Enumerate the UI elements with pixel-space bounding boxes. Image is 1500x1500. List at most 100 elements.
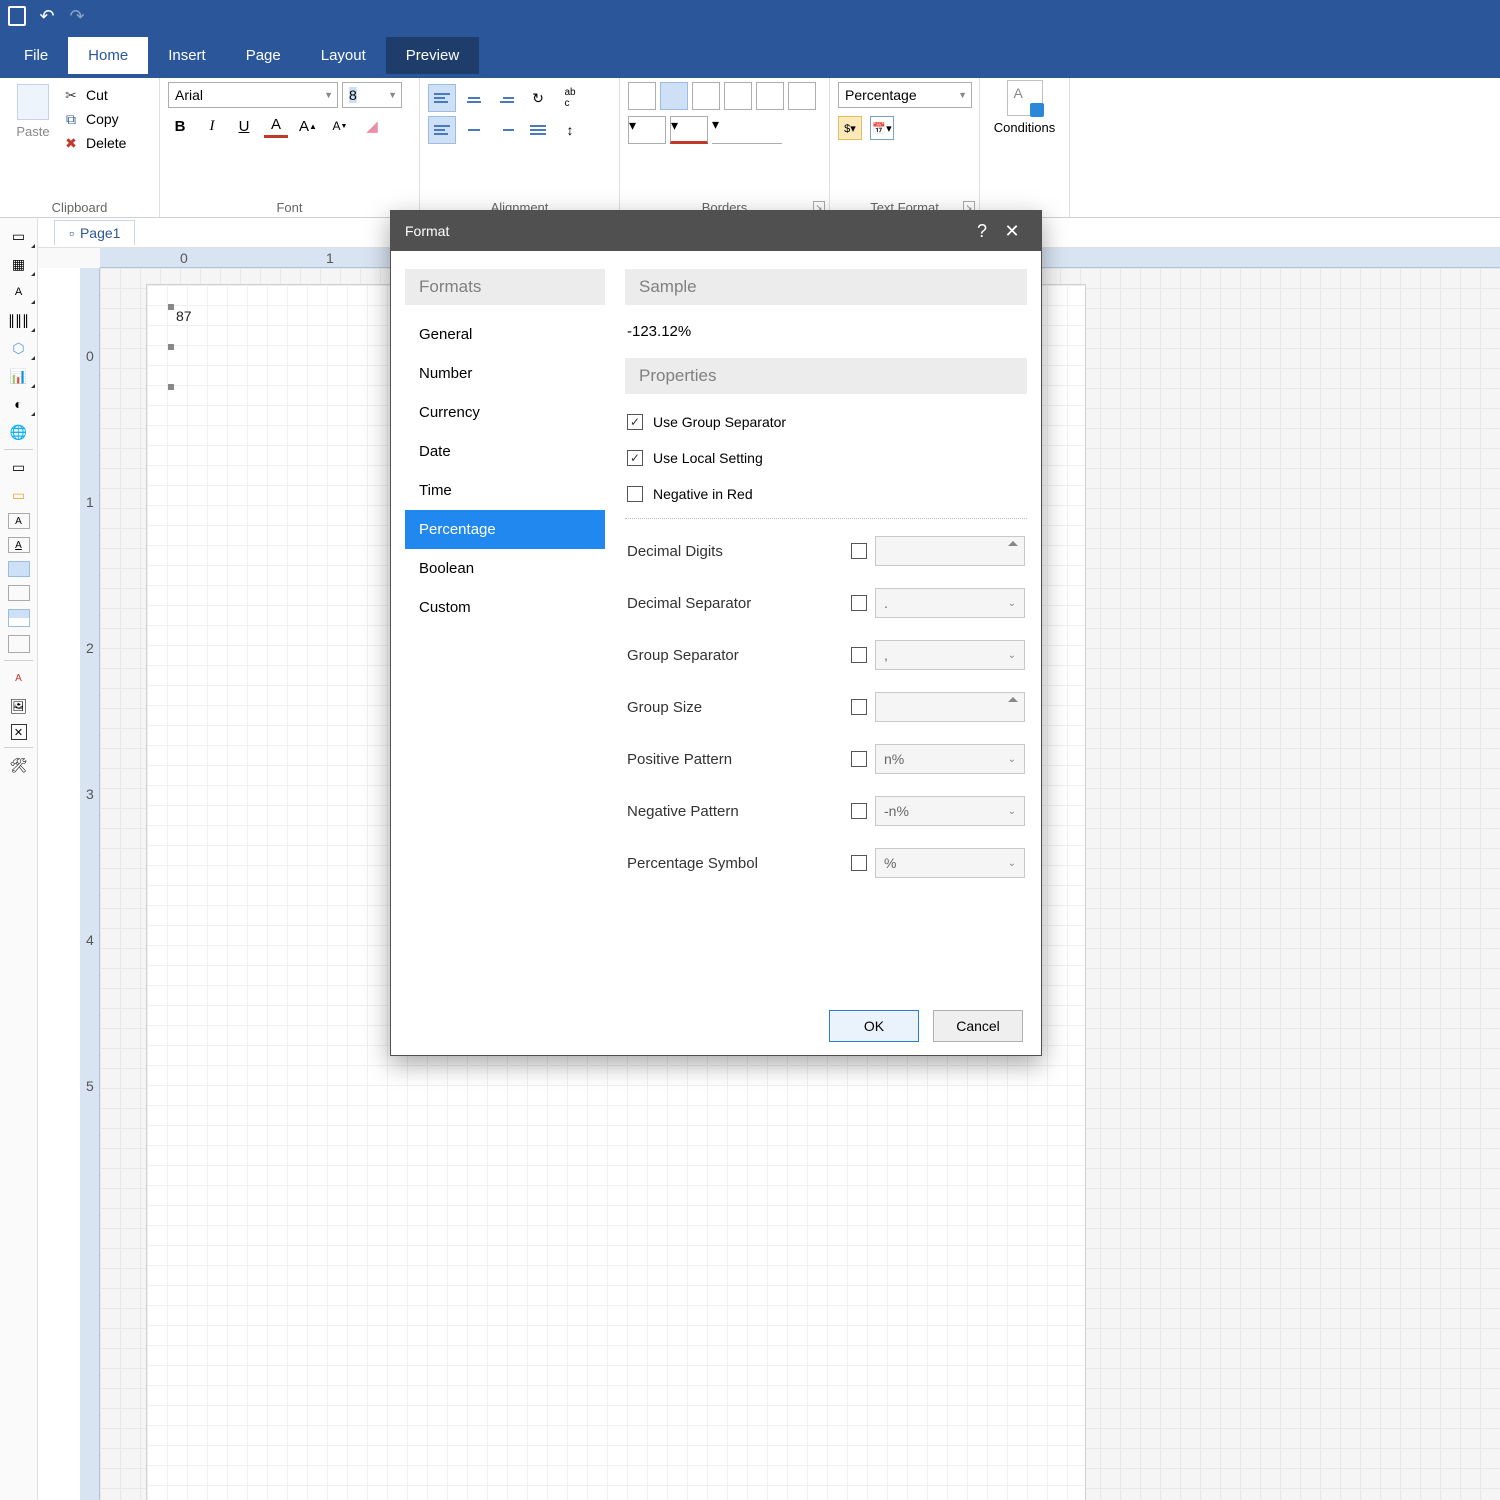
italic-button[interactable]: I — [200, 114, 224, 138]
tool-map-icon[interactable]: 🌐 — [0, 418, 37, 446]
help-button[interactable]: ? — [967, 221, 997, 242]
tool-textbox-icon[interactable]: A — [8, 513, 30, 529]
tool-chart-icon[interactable]: 📊 — [0, 362, 37, 390]
format-item-general[interactable]: General — [405, 315, 605, 354]
align-middle-center-button[interactable] — [460, 116, 488, 144]
tool-close-icon[interactable]: ✕ — [11, 724, 27, 740]
rotate-button[interactable]: ↻ — [524, 84, 552, 112]
redo-icon[interactable] — [68, 7, 86, 25]
cut-button[interactable]: ✂Cut — [62, 86, 126, 104]
selection-handle-ml[interactable] — [168, 344, 174, 350]
cell-value[interactable]: 87 — [176, 308, 216, 330]
currency-format-button[interactable]: $▾ — [838, 116, 862, 140]
decimal-digits-override-checkbox[interactable] — [851, 543, 867, 559]
tab-insert[interactable]: Insert — [148, 37, 226, 74]
align-top-center-button[interactable] — [460, 84, 488, 112]
positive-pattern-combo[interactable]: n%⌄ — [875, 744, 1025, 774]
positive-pattern-override-checkbox[interactable] — [851, 751, 867, 767]
tool-settings-icon[interactable]: 🛠 — [0, 751, 37, 779]
paste-button[interactable]: Paste — [8, 82, 58, 192]
format-item-custom[interactable]: Custom — [405, 588, 605, 627]
tool-label-icon[interactable]: A — [0, 664, 37, 692]
border-bottom-button[interactable] — [788, 82, 816, 110]
align-top-right-button[interactable] — [492, 84, 520, 112]
line-spacing-button[interactable]: ↕ — [556, 116, 584, 144]
selection-handle-tl[interactable] — [168, 304, 174, 310]
negative-in-red-checkbox[interactable]: Negative in Red — [625, 476, 1027, 512]
close-button[interactable]: ✕ — [997, 221, 1027, 242]
cut-label: Cut — [86, 87, 108, 103]
group-separator-combo[interactable]: ,⌄ — [875, 640, 1025, 670]
align-top-left-button[interactable] — [428, 84, 456, 112]
negative-pattern-combo[interactable]: -n%⌄ — [875, 796, 1025, 826]
tool-crosstab-icon[interactable]: ▦ — [0, 250, 37, 278]
tool-band-icon[interactable]: ▭ — [0, 222, 37, 250]
selection-handle-bl[interactable] — [168, 384, 174, 390]
tool-footer-icon[interactable]: ▭ — [0, 481, 37, 509]
use-local-setting-checkbox[interactable]: ✓Use Local Setting — [625, 440, 1027, 476]
undo-icon[interactable] — [38, 7, 56, 25]
save-icon[interactable] — [8, 7, 26, 25]
tool-shape-icon[interactable]: ⬡ — [0, 334, 37, 362]
decimal-separator-override-checkbox[interactable] — [851, 595, 867, 611]
percentage-symbol-combo[interactable]: %⌄ — [875, 848, 1025, 878]
decimal-digits-input[interactable] — [875, 536, 1025, 566]
bold-button[interactable]: B — [168, 114, 192, 138]
text-direction-button[interactable]: abc — [556, 84, 584, 112]
ok-button[interactable]: OK — [829, 1010, 919, 1042]
font-grow-button[interactable]: A▲ — [296, 114, 320, 138]
tool-listbox-icon[interactable] — [8, 635, 30, 653]
align-middle-left-button[interactable] — [428, 116, 456, 144]
date-format-button[interactable]: 📅▾ — [870, 116, 894, 140]
tool-image-icon[interactable]: 🖼 — [0, 692, 37, 720]
tool-container-icon[interactable] — [8, 585, 30, 601]
negative-pattern-override-checkbox[interactable] — [851, 803, 867, 819]
tool-richtext-icon[interactable]: A — [8, 537, 30, 553]
tab-file[interactable]: File — [4, 37, 68, 74]
use-group-separator-checkbox[interactable]: ✓Use Group Separator — [625, 404, 1027, 440]
copy-button[interactable]: ⧉Copy — [62, 110, 126, 128]
conditions-icon[interactable]: A — [1007, 80, 1043, 116]
tab-preview[interactable]: Preview — [386, 37, 479, 74]
border-left-button[interactable] — [692, 82, 720, 110]
border-style-button[interactable]: ▾ — [712, 116, 782, 144]
align-middle-right-button[interactable] — [492, 116, 520, 144]
format-item-currency[interactable]: Currency — [405, 393, 605, 432]
border-all-button[interactable] — [628, 82, 656, 110]
tool-barcode-icon[interactable]: ∥∥∥ — [0, 306, 37, 334]
page-tab-1[interactable]: ▫ Page1 — [54, 220, 135, 245]
fill-color-button[interactable]: ▾ — [628, 116, 666, 144]
decimal-separator-combo[interactable]: .⌄ — [875, 588, 1025, 618]
tab-home[interactable]: Home — [68, 37, 148, 74]
format-item-number[interactable]: Number — [405, 354, 605, 393]
font-name-combo[interactable]: Arial▼ — [168, 82, 338, 108]
tool-gauge-icon[interactable]: ◐ — [0, 390, 37, 418]
tool-table-icon[interactable] — [8, 609, 30, 627]
border-right-button[interactable] — [756, 82, 784, 110]
border-top-button[interactable] — [724, 82, 752, 110]
border-none-button[interactable] — [660, 82, 688, 110]
format-item-time[interactable]: Time — [405, 471, 605, 510]
group-separator-override-checkbox[interactable] — [851, 647, 867, 663]
group-size-input[interactable] — [875, 692, 1025, 722]
cancel-button[interactable]: Cancel — [933, 1010, 1023, 1042]
group-size-override-checkbox[interactable] — [851, 699, 867, 715]
format-item-boolean[interactable]: Boolean — [405, 549, 605, 588]
text-format-combo[interactable]: Percentage▼ — [838, 82, 972, 108]
tool-text-icon[interactable]: A — [0, 278, 37, 306]
font-color-button[interactable]: A — [264, 114, 288, 138]
font-size-combo[interactable]: 8▼ — [342, 82, 402, 108]
clear-format-button[interactable]: ◢ — [360, 114, 384, 138]
tool-panel-icon[interactable] — [8, 561, 30, 577]
percentage-symbol-override-checkbox[interactable] — [851, 855, 867, 871]
tab-layout[interactable]: Layout — [301, 37, 386, 74]
underline-button[interactable]: U — [232, 114, 256, 138]
tab-page[interactable]: Page — [226, 37, 301, 74]
border-color-button[interactable]: ▾ — [670, 116, 708, 144]
delete-button[interactable]: ✖Delete — [62, 134, 126, 152]
align-justify-button[interactable] — [524, 116, 552, 144]
format-item-date[interactable]: Date — [405, 432, 605, 471]
format-item-percentage[interactable]: Percentage — [405, 510, 605, 549]
font-shrink-button[interactable]: A▼ — [328, 114, 352, 138]
tool-header-icon[interactable]: ▭ — [0, 453, 37, 481]
